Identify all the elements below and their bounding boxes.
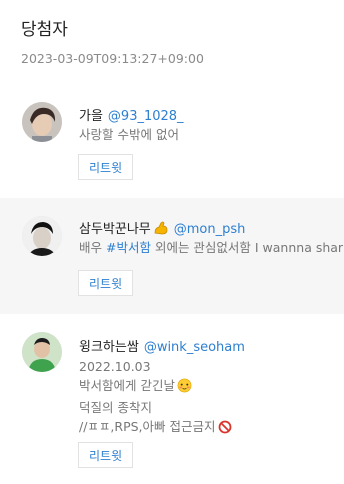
retweet-button[interactable]: 리트윗	[78, 442, 134, 468]
avatar[interactable]	[22, 102, 62, 142]
winner-name: 삼두박꾼나무	[79, 222, 151, 237]
winner-name-row: 가을 @93_1028_	[79, 105, 184, 124]
blushing-face-icon	[177, 378, 192, 398]
draw-timestamp: 2023-03-09T09:13:27+09:00	[21, 51, 204, 66]
bio-text: 외에는 관심없서함 I wannna shar	[150, 240, 344, 255]
bio-text: 배우	[79, 240, 106, 255]
winner-handle[interactable]: @wink_seoham	[144, 340, 245, 355]
winner-name: 윙크하는쌈	[79, 340, 139, 355]
winner-card: 가을 @93_1028_ 사랑할 수밖에 없어 리트윗	[0, 90, 344, 198]
retweet-button[interactable]: 리트윗	[78, 270, 134, 296]
bio-line: 사랑할 수밖에 없어	[79, 127, 179, 142]
retweet-button[interactable]: 리트윗	[78, 154, 134, 180]
winner-card: 삼두박꾼나무 @mon_psh 배우 #박서함 외에는 관심없서함 I wannn…	[0, 198, 344, 314]
winner-name: 가을	[79, 109, 103, 124]
bio-line-text: //ㅍㅍ,RPS,아빠 접근금지	[79, 419, 216, 434]
winner-name-row: 삼두박꾼나무 @mon_psh	[79, 218, 245, 240]
avatar[interactable]	[22, 216, 62, 256]
winner-bio: 사랑할 수밖에 없어	[79, 125, 179, 144]
winner-name-row: 윙크하는쌈 @wink_seoham	[79, 336, 245, 355]
bio-line: 덕질의 종착지	[79, 400, 152, 415]
winner-bio: 배우 #박서함 외에는 관심없서함 I wannna shar	[79, 238, 343, 257]
winner-card: 윙크하는쌈 @wink_seoham 2022.10.03 박서함에게 갇긴날 덕…	[0, 314, 344, 484]
bio-line: //ㅍㅍ,RPS,아빠 접근금지	[79, 417, 232, 439]
avatar[interactable]	[22, 332, 62, 372]
prohibited-icon	[218, 420, 232, 439]
flexed-biceps-icon	[153, 220, 169, 240]
bio-line: 2022.10.03	[79, 359, 151, 374]
winner-handle[interactable]: @mon_psh	[174, 222, 246, 237]
bio-line: 박서함에게 갇긴날	[79, 376, 232, 398]
bio-hashtag[interactable]: #박서함	[106, 240, 151, 255]
bio-line-text: 박서함에게 갇긴날	[79, 378, 175, 393]
winner-bio: 2022.10.03 박서함에게 갇긴날 덕질의 종착지 //ㅍㅍ,RPS,아빠…	[79, 357, 232, 439]
page-title: 당첨자	[21, 20, 68, 40]
winner-handle[interactable]: @93_1028_	[108, 109, 184, 124]
